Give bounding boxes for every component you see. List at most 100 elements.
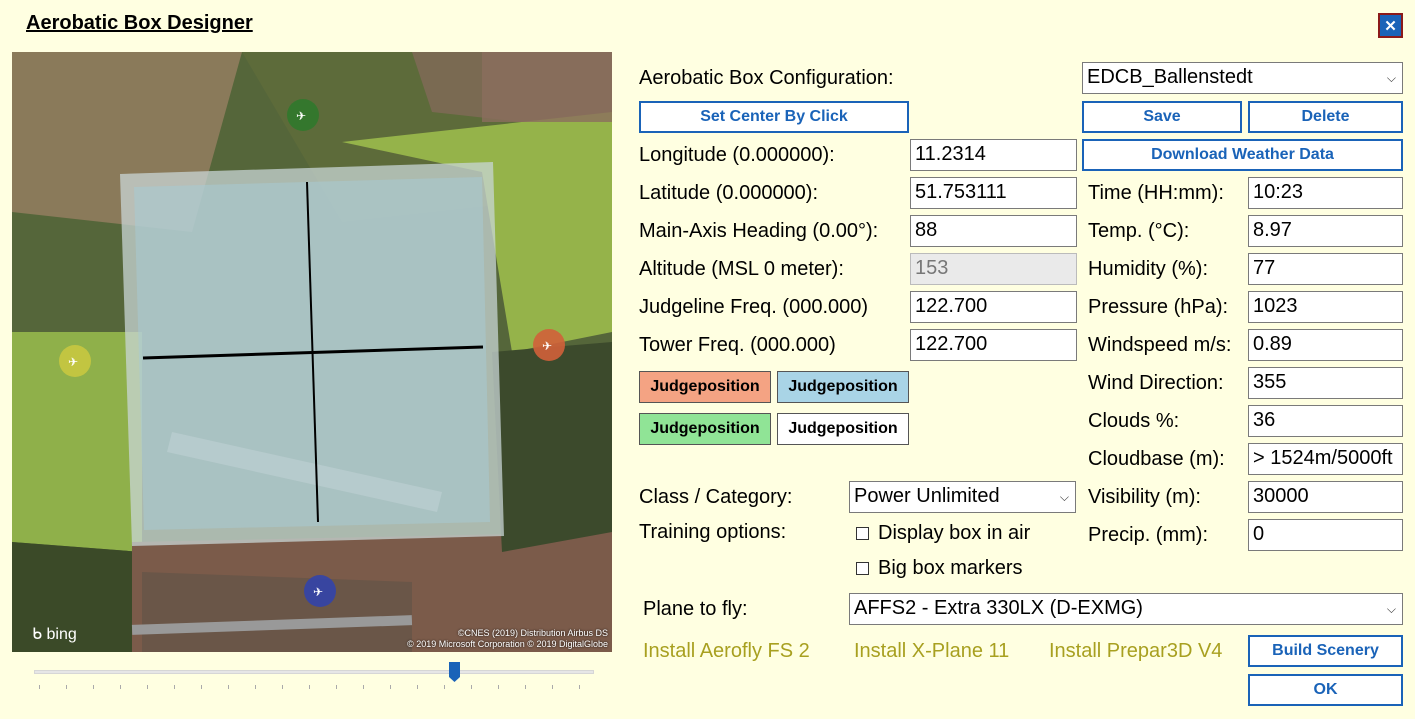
windspeed-label: Windspeed m/s: (1088, 334, 1232, 356)
latitude-input[interactable]: 51.753111 (910, 177, 1077, 209)
time-input[interactable]: 10:23 (1248, 177, 1403, 209)
windspeed-input[interactable]: 0.89 (1248, 329, 1403, 361)
class-category-label: Class / Category: (639, 486, 793, 508)
slider-tick (390, 685, 391, 689)
config-label: Aerobatic Box Configuration: (639, 67, 894, 89)
plane-select[interactable]: AFFS2 - Extra 330LX (D-EXMG) ⌵ (849, 593, 1403, 625)
install-prepar3d-link[interactable]: Install Prepar3D V4 (1049, 640, 1222, 663)
temp-input[interactable]: 8.97 (1248, 215, 1403, 247)
slider-tick (174, 685, 175, 689)
slider-tick (579, 685, 580, 689)
latitude-label: Latitude (0.000000): (639, 182, 819, 204)
tower-freq-input[interactable]: 122.700 (910, 329, 1077, 361)
chevron-down-icon: ⌵ (1059, 490, 1069, 504)
install-xplane-link[interactable]: Install X-Plane 11 (854, 640, 1009, 663)
judgeline-freq-input[interactable]: 122.700 (910, 291, 1077, 323)
judgeposition-button-3[interactable]: Judgeposition (639, 413, 771, 445)
map-view[interactable]: ✈ ✈ ✈ ✈ ᑲ bing ©CNES (2019) Distribution… (12, 52, 612, 652)
copyright-line-2: © 2019 Microsoft Corporation © 2019 Digi… (407, 639, 608, 649)
altitude-input: 153 (910, 253, 1077, 285)
checkbox-icon (856, 527, 869, 540)
close-button[interactable]: ✕ (1378, 13, 1403, 38)
clouds-label: Clouds %: (1088, 410, 1180, 432)
altitude-label: Altitude (MSL 0 meter): (639, 258, 844, 280)
cloudbase-input[interactable]: > 1524m/5000ft (1248, 443, 1403, 475)
heading-input[interactable]: 88 (910, 215, 1077, 247)
slider-tick (363, 685, 364, 689)
visibility-label: Visibility (m): (1088, 486, 1201, 508)
temp-label: Temp. (°C): (1088, 220, 1190, 242)
plane-selected-value: AFFS2 - Extra 330LX (D-EXMG) (854, 597, 1143, 619)
install-aerofly-link[interactable]: Install Aerofly FS 2 (643, 640, 810, 663)
wind-direction-input[interactable]: 355 (1248, 367, 1403, 399)
slider-tick (93, 685, 94, 689)
tower-freq-label: Tower Freq. (000.000) (639, 334, 836, 356)
slider-tick (525, 685, 526, 689)
slider-tick (471, 685, 472, 689)
longitude-label: Longitude (0.000000): (639, 144, 835, 166)
bing-logo: ᑲ bing (32, 624, 77, 644)
chevron-down-icon: ⌵ (1386, 602, 1396, 616)
bing-label: bing (46, 626, 77, 643)
precip-label: Precip. (mm): (1088, 524, 1208, 546)
visibility-input[interactable]: 30000 (1248, 481, 1403, 513)
build-scenery-button[interactable]: Build Scenery (1248, 635, 1403, 667)
pressure-input[interactable]: 1023 (1248, 291, 1403, 323)
slider-tick (201, 685, 202, 689)
class-category-selected-value: Power Unlimited (854, 485, 1000, 507)
time-label: Time (HH:mm): (1088, 182, 1224, 204)
set-center-button[interactable]: Set Center By Click (639, 101, 909, 133)
slider-tick (336, 685, 337, 689)
display-box-label: Display box in air (878, 522, 1031, 544)
humidity-input[interactable]: 77 (1248, 253, 1403, 285)
zoom-slider-track[interactable] (34, 670, 594, 674)
satellite-map: ✈ ✈ ✈ ✈ (12, 52, 612, 652)
training-options-label: Training options: (639, 521, 787, 543)
big-markers-label: Big box markers (878, 557, 1023, 579)
judgeline-freq-label: Judgeline Freq. (000.000) (639, 296, 869, 318)
judgeposition-button-1[interactable]: Judgeposition (639, 371, 771, 403)
slider-tick (498, 685, 499, 689)
display-box-checkbox[interactable]: Display box in air (856, 522, 1030, 545)
judgeposition-button-2[interactable]: Judgeposition (777, 371, 909, 403)
slider-tick (147, 685, 148, 689)
delete-button[interactable]: Delete (1248, 101, 1403, 133)
slider-tick (417, 685, 418, 689)
heading-label: Main-Axis Heading (0.00°): (639, 220, 879, 242)
slider-tick (120, 685, 121, 689)
close-icon: ✕ (1384, 17, 1397, 35)
class-category-select[interactable]: Power Unlimited ⌵ (849, 481, 1076, 513)
ok-button[interactable]: OK (1248, 674, 1403, 706)
config-selected-value: EDCB_Ballenstedt (1087, 66, 1253, 88)
zoom-slider-thumb[interactable] (449, 662, 460, 682)
humidity-label: Humidity (%): (1088, 258, 1209, 280)
judgeposition-button-4[interactable]: Judgeposition (777, 413, 909, 445)
slider-tick (228, 685, 229, 689)
plane-label: Plane to fly: (643, 598, 748, 620)
checkbox-icon (856, 562, 869, 575)
slider-tick (39, 685, 40, 689)
clouds-input[interactable]: 36 (1248, 405, 1403, 437)
bing-icon: ᑲ (32, 626, 47, 643)
big-markers-checkbox[interactable]: Big box markers (856, 557, 1023, 580)
config-select[interactable]: EDCB_Ballenstedt ⌵ (1082, 62, 1403, 94)
slider-tick (66, 685, 67, 689)
slider-tick (552, 685, 553, 689)
precip-input[interactable]: 0 (1248, 519, 1403, 551)
longitude-input[interactable]: 11.2314 (910, 139, 1077, 171)
svg-text:✈: ✈ (296, 109, 306, 123)
svg-text:✈: ✈ (313, 585, 323, 599)
chevron-down-icon: ⌵ (1386, 71, 1396, 85)
map-copyright: ©CNES (2019) Distribution Airbus DS © 20… (407, 628, 608, 650)
window-title: Aerobatic Box Designer (26, 12, 253, 34)
svg-text:✈: ✈ (542, 339, 552, 353)
slider-tick (255, 685, 256, 689)
slider-tick (282, 685, 283, 689)
slider-tick (444, 685, 445, 689)
pressure-label: Pressure (hPa): (1088, 296, 1229, 318)
wind-direction-label: Wind Direction: (1088, 372, 1224, 394)
svg-text:✈: ✈ (68, 355, 78, 369)
download-weather-button[interactable]: Download Weather Data (1082, 139, 1403, 171)
copyright-line-1: ©CNES (2019) Distribution Airbus DS (457, 628, 608, 638)
save-button[interactable]: Save (1082, 101, 1242, 133)
